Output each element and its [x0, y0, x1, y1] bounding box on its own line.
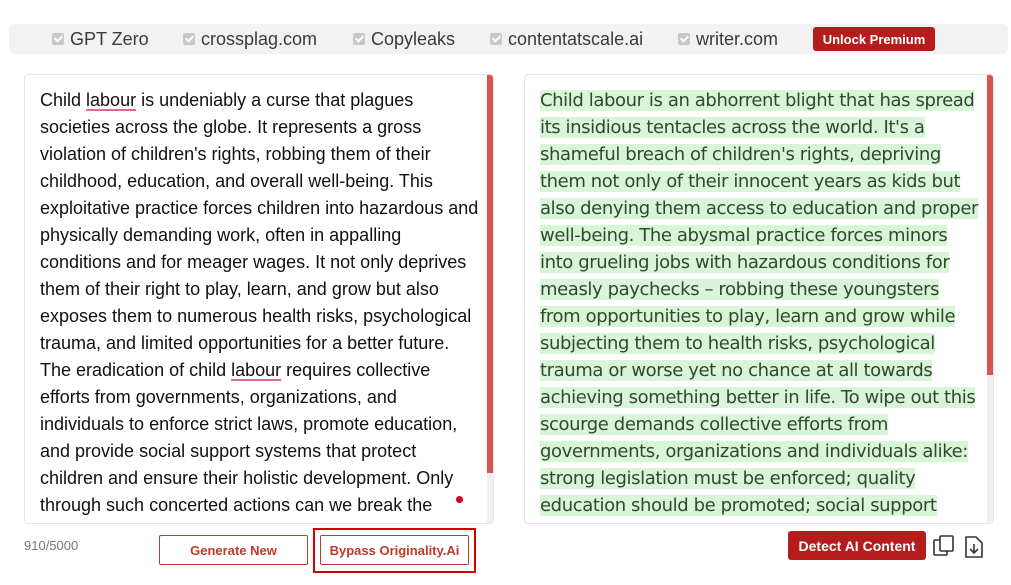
character-count: 910/5000: [24, 538, 79, 553]
scrollbar-thumb[interactable]: [487, 75, 493, 473]
checkbox-icon[interactable]: [353, 33, 365, 45]
checkbox-icon[interactable]: [183, 33, 195, 45]
input-segment: is undeniably a curse that plagues socie…: [40, 90, 479, 380]
checker-writer[interactable]: writer.com: [678, 24, 778, 54]
checker-gptzero[interactable]: GPT Zero: [52, 24, 149, 54]
flagged-word: labour: [231, 360, 282, 380]
checkbox-icon[interactable]: [678, 33, 690, 45]
input-segment: requires collective efforts from governm…: [40, 360, 458, 515]
checkbox-icon[interactable]: [490, 33, 502, 45]
status-dot: [456, 496, 463, 503]
checker-crossplag[interactable]: crossplag.com: [183, 24, 317, 54]
download-icon[interactable]: [964, 535, 986, 559]
checker-label: contentatscale.ai: [508, 28, 644, 49]
output-scrollbar[interactable]: [987, 75, 993, 523]
checker-copyleaks[interactable]: Copyleaks: [353, 24, 455, 54]
checker-label: crossplag.com: [201, 28, 318, 49]
checker-label: Copyleaks: [371, 28, 456, 49]
copy-icon[interactable]: [933, 535, 955, 559]
humanized-highlight: Child labour is an abhorrent blight that…: [540, 90, 978, 516]
flagged-word: labour: [86, 90, 137, 110]
checker-contentatscale[interactable]: contentatscale.ai: [490, 24, 643, 54]
detector-bar: GPT Zero crossplag.com Copyleaks content…: [9, 24, 1008, 54]
input-scrollbar[interactable]: [487, 75, 493, 523]
checker-label: writer.com: [696, 28, 779, 49]
output-text-panel: Child labour is an abhorrent blight that…: [524, 74, 994, 524]
unlock-premium-button[interactable]: Unlock Premium: [813, 27, 935, 51]
output-text: Child labour is an abhorrent blight that…: [540, 87, 980, 519]
bypass-originality-button[interactable]: Bypass Originality.Ai: [320, 535, 469, 565]
detect-ai-content-button[interactable]: Detect AI Content: [788, 531, 926, 560]
scrollbar-thumb[interactable]: [987, 75, 993, 375]
checkbox-icon[interactable]: [52, 33, 64, 45]
input-text-panel[interactable]: Child labour is undeniably a curse that …: [24, 74, 494, 524]
input-segment: Child: [40, 90, 87, 110]
generate-new-button[interactable]: Generate New: [159, 535, 308, 565]
checker-label: GPT Zero: [70, 28, 149, 49]
input-text[interactable]: Child labour is undeniably a curse that …: [40, 87, 480, 519]
